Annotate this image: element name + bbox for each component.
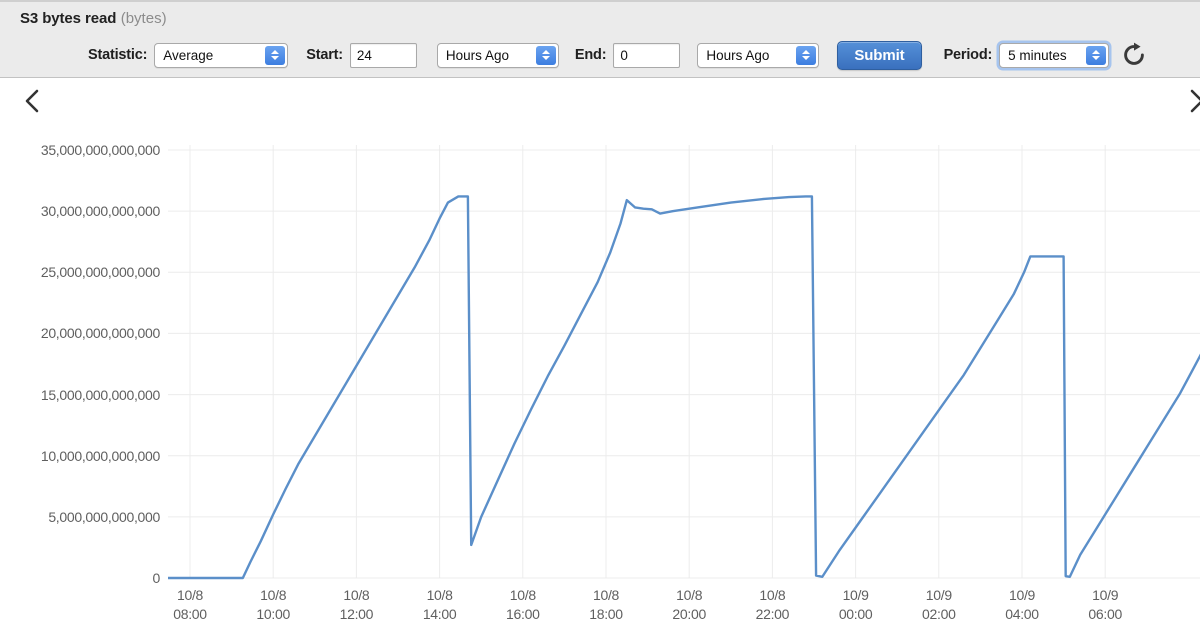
plot-area (168, 123, 1200, 580)
metric-toolbar: S3 bytes read (bytes) Statistic: Average… (0, 0, 1200, 78)
submit-button[interactable]: Submit (837, 40, 922, 70)
x-axis-tick: 10/8 16:00 (506, 587, 540, 622)
period-label: Period: (943, 47, 993, 63)
start-input[interactable] (349, 42, 417, 68)
chevron-updown-icon (265, 45, 286, 65)
x-axis-tick: 10/8 22:00 (755, 587, 790, 622)
refresh-icon[interactable] (1121, 42, 1147, 68)
statistic-label: Statistic: (88, 47, 148, 63)
chevron-right-icon[interactable] (1182, 86, 1200, 116)
end-unit-value: Hours Ago (706, 47, 770, 63)
statistic-value: Average (163, 47, 214, 63)
x-axis-tick: 10/9 04:00 (1005, 587, 1039, 622)
metric-unit: (bytes) (120, 10, 167, 27)
metric-name: S3 bytes read (20, 10, 117, 27)
widget-title: S3 bytes read (bytes) (20, 10, 167, 28)
metric-chart: 35,000,000,000,000 30,000,000,000,000 25,0… (0, 123, 1200, 636)
period-select[interactable]: 5 minutes (999, 42, 1110, 68)
x-axis-tick: 10/8 08:00 (173, 587, 207, 622)
x-axis-tick: 10/9 00:00 (838, 587, 873, 622)
x-axis-tick: 10/9 06:00 (1088, 587, 1122, 622)
start-unit-select[interactable]: Hours Ago (436, 42, 559, 68)
start-unit-value: Hours Ago (445, 47, 509, 63)
series-line-s3-bytes-read (168, 195, 1200, 580)
x-axis-tick: 10/8 12:00 (339, 587, 374, 622)
cloudwatch-metric-widget: S3 bytes read (bytes) Statistic: Average… (0, 0, 1200, 636)
chevron-updown-icon (535, 45, 556, 65)
x-axis-tick: 10/8 18:00 (589, 587, 623, 622)
pagination-strip (0, 79, 1200, 123)
x-axis-tick: 10/8 20:00 (672, 587, 706, 622)
chevron-left-icon[interactable] (17, 86, 47, 116)
end-label: End: (574, 47, 607, 63)
chevron-updown-icon (796, 45, 817, 65)
x-axis-tick: 10/8 10:00 (256, 587, 290, 622)
x-axis-tick: 10/8 14:00 (422, 587, 457, 622)
chart-svg (168, 145, 1200, 580)
statistic-select[interactable]: Average (154, 42, 289, 68)
start-label: Start: (306, 47, 343, 63)
x-axis-tick: 10/9 02:00 (922, 587, 956, 622)
end-unit-select[interactable]: Hours Ago (697, 42, 820, 68)
end-input[interactable] (613, 42, 681, 68)
period-value: 5 minutes (1008, 47, 1067, 63)
controls-row: Statistic: Average Start: Hours Ago End:… (88, 38, 1147, 72)
chevron-updown-icon (1086, 45, 1107, 65)
